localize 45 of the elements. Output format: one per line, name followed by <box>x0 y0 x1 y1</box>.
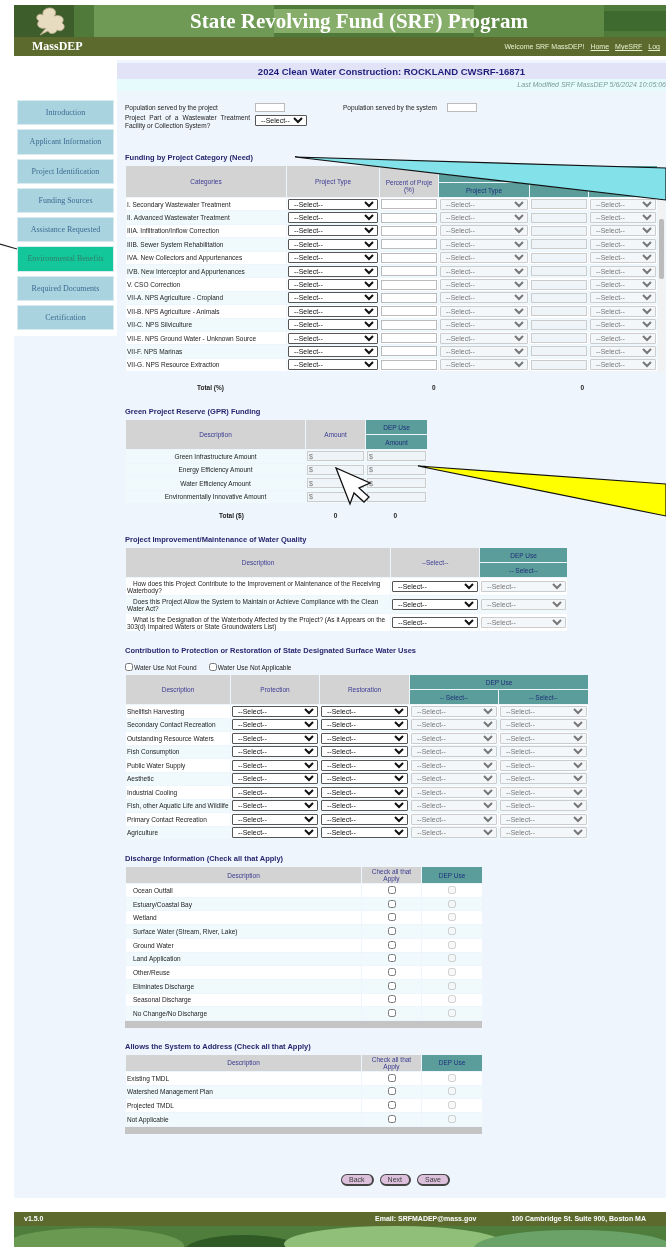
input-field[interactable] <box>381 359 437 370</box>
checkbox[interactable] <box>387 995 396 1004</box>
page-title: 2024 Clean Water Construction: ROCKLAND CWSRF-16871 <box>117 63 666 79</box>
checkbox[interactable] <box>387 968 396 977</box>
input-field[interactable] <box>381 292 437 303</box>
checkbox[interactable] <box>387 1101 396 1110</box>
checkbox[interactable] <box>387 1073 396 1082</box>
scrollbar-thumb[interactable] <box>659 219 664 279</box>
sidebar-item[interactable]: Introduction <box>17 100 114 126</box>
sidebar-item[interactable]: Required Documents <box>17 275 114 301</box>
sidebar-item[interactable]: Funding Sources <box>17 187 114 213</box>
cursor-arrow-icon <box>334 466 372 506</box>
input-field[interactable] <box>381 346 437 357</box>
logo-text: MassDEP <box>32 39 83 54</box>
checkbox[interactable] <box>387 1087 396 1096</box>
sidebar-item[interactable]: Assistance Requested <box>17 217 114 243</box>
sidebar-item[interactable]: Applicant Information <box>17 129 114 155</box>
checkbox[interactable] <box>387 913 396 922</box>
sidebar-item[interactable]: Project Identification <box>17 158 114 184</box>
input-field[interactable] <box>381 266 437 277</box>
checkbox[interactable] <box>387 1009 396 1018</box>
input-field[interactable] <box>381 225 437 236</box>
checkbox[interactable] <box>387 885 396 894</box>
input-field[interactable] <box>255 103 285 112</box>
input-field[interactable] <box>381 306 437 317</box>
checkbox[interactable] <box>387 981 396 990</box>
checkbox[interactable] <box>387 1114 396 1123</box>
input-field[interactable] <box>381 212 437 223</box>
checkbox[interactable] <box>387 940 396 949</box>
checkbox[interactable] <box>125 663 133 672</box>
checkbox[interactable] <box>208 663 217 672</box>
checkbox[interactable] <box>387 954 396 963</box>
input-field[interactable] <box>381 319 437 330</box>
scrollbar[interactable] <box>658 199 665 373</box>
site-title: State Revolving Fund (SRF) Program <box>190 8 528 34</box>
checkbox[interactable] <box>387 927 396 935</box>
sidebar-item[interactable]: Certification <box>17 304 114 330</box>
input-field[interactable] <box>381 279 437 290</box>
checkbox[interactable] <box>387 899 396 908</box>
input-field[interactable] <box>381 252 437 263</box>
input-field[interactable] <box>381 333 437 344</box>
input-field[interactable] <box>446 103 477 112</box>
input-field[interactable] <box>381 199 437 210</box>
input-field[interactable] <box>381 239 437 250</box>
leader-line <box>0 243 18 250</box>
